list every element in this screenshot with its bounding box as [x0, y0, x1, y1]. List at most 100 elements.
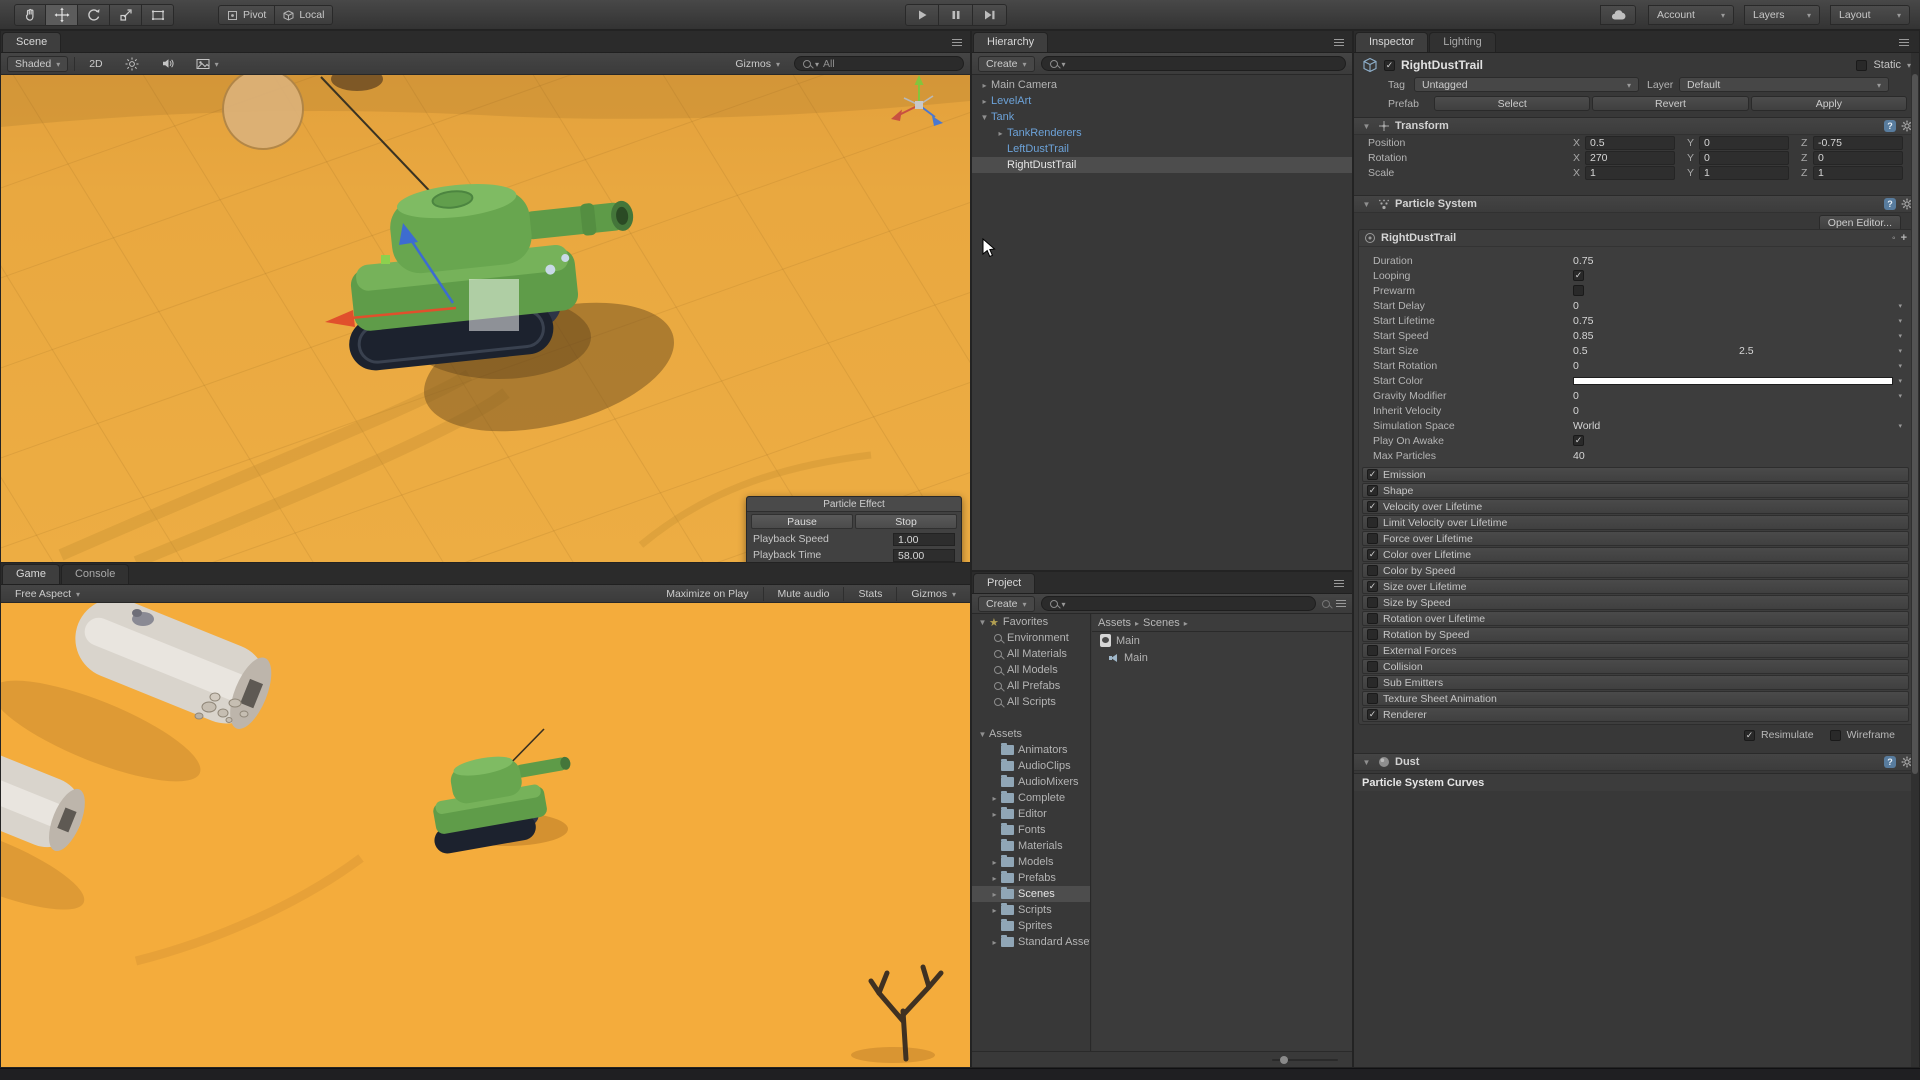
favorite-all-materials[interactable]: All Materials — [972, 646, 1090, 662]
pause-button[interactable] — [939, 4, 973, 26]
tab-project[interactable]: Project — [973, 573, 1035, 593]
scene-audio-toggle[interactable] — [153, 56, 182, 72]
foldout-icon[interactable]: ▼ — [978, 113, 991, 122]
inherit-velocity-field[interactable]: 0 — [1573, 405, 1739, 417]
module-emission[interactable]: ✓Emission — [1362, 467, 1909, 482]
tab-hierarchy[interactable]: Hierarchy — [973, 32, 1048, 52]
local-toggle-button[interactable]: Local — [275, 5, 333, 25]
module-rotation-over-lifetime[interactable]: Rotation over Lifetime — [1362, 611, 1909, 626]
scene-lighting-toggle[interactable] — [117, 56, 147, 72]
favorite-all-scripts[interactable]: All Scripts — [972, 694, 1090, 710]
favorite-all-models[interactable]: All Models — [972, 662, 1090, 678]
panel-menu-icon[interactable] — [1334, 580, 1344, 587]
tab-inspector[interactable]: Inspector — [1355, 32, 1428, 52]
panel-menu-icon[interactable] — [1334, 39, 1344, 46]
module-checkbox[interactable] — [1367, 613, 1378, 624]
tab-game[interactable]: Game — [2, 564, 60, 584]
folder-editor[interactable]: ▸Editor — [972, 806, 1090, 822]
breadcrumb-assets[interactable]: Assets — [1098, 617, 1131, 629]
mute-audio-toggle[interactable]: Mute audio — [770, 587, 838, 601]
foldout-icon[interactable]: ▸ — [988, 874, 1001, 883]
prewarm-checkbox[interactable] — [1573, 285, 1584, 296]
asset-main-scene[interactable]: Main — [1092, 632, 1352, 649]
foldout-icon[interactable]: ▼ — [1360, 758, 1373, 767]
start-rotation-field[interactable]: 0 — [1573, 360, 1739, 372]
scale-z-field[interactable]: 1 — [1813, 166, 1903, 180]
help-icon[interactable] — [1884, 120, 1896, 132]
module-checkbox[interactable] — [1367, 693, 1378, 704]
play-on-awake-checkbox[interactable]: ✓ — [1573, 435, 1584, 446]
game-gizmos-dropdown[interactable]: Gizmos — [903, 587, 964, 601]
module-checkbox[interactable] — [1367, 645, 1378, 656]
module-checkbox[interactable]: ✓ — [1367, 469, 1378, 480]
hierarchy-item-rightdusttrail[interactable]: RightDustTrail — [972, 157, 1352, 173]
foldout-icon[interactable]: ▼ — [976, 730, 989, 739]
tab-console[interactable]: Console — [61, 564, 129, 584]
play-button[interactable] — [905, 4, 939, 26]
module-checkbox[interactable]: ✓ — [1367, 709, 1378, 720]
prefab-select-button[interactable]: Select — [1434, 96, 1590, 111]
foldout-icon[interactable]: ▸ — [994, 129, 1007, 138]
breadcrumb-scenes[interactable]: Scenes — [1143, 617, 1180, 629]
scale-x-field[interactable]: 1 — [1585, 166, 1675, 180]
project-create-dropdown[interactable]: Create — [978, 596, 1035, 612]
start-size-min-field[interactable]: 0.5 — [1573, 345, 1739, 357]
folder-scenes[interactable]: ▸Scenes — [972, 886, 1090, 902]
module-collision[interactable]: Collision — [1362, 659, 1909, 674]
slider-thumb[interactable] — [1280, 1056, 1288, 1064]
transform-header[interactable]: ▼ Transform — [1354, 117, 1919, 135]
column-view-icon[interactable] — [1336, 600, 1346, 607]
rotate-tool-button[interactable] — [78, 4, 110, 26]
material-header[interactable]: ▼ Dust — [1354, 753, 1919, 771]
position-z-field[interactable]: -0.75 — [1813, 136, 1903, 150]
start-delay-field[interactable]: 0 — [1573, 300, 1739, 312]
rotation-x-field[interactable]: 270 — [1585, 151, 1675, 165]
layers-dropdown[interactable]: Layers — [1744, 5, 1820, 25]
info-icon[interactable] — [1892, 232, 1896, 244]
static-checkbox[interactable] — [1856, 60, 1867, 71]
module-rotation-by-speed[interactable]: Rotation by Speed — [1362, 627, 1909, 642]
layer-dropdown[interactable]: Default — [1679, 77, 1889, 92]
folder-standard-assets[interactable]: ▸Standard Assets — [972, 934, 1090, 950]
folder-models[interactable]: ▸Models — [972, 854, 1090, 870]
module-checkbox[interactable]: ✓ — [1367, 549, 1378, 560]
collab-cloud-button[interactable] — [1600, 5, 1636, 25]
module-checkbox[interactable] — [1367, 677, 1378, 688]
foldout-icon[interactable]: ▸ — [988, 858, 1001, 867]
hierarchy-item-tank[interactable]: ▼ Tank — [972, 109, 1352, 125]
particle-system-header[interactable]: ▼ Particle System — [1354, 195, 1919, 213]
gravity-modifier-field[interactable]: 0 — [1573, 390, 1739, 402]
foldout-icon[interactable]: ▼ — [1360, 122, 1373, 131]
hand-tool-button[interactable] — [14, 4, 46, 26]
module-checkbox[interactable] — [1367, 629, 1378, 640]
module-external-forces[interactable]: External Forces — [1362, 643, 1909, 658]
wireframe-checkbox[interactable] — [1830, 730, 1841, 741]
step-button[interactable] — [973, 4, 1007, 26]
module-renderer[interactable]: ✓Renderer — [1362, 707, 1909, 722]
module-checkbox[interactable] — [1367, 661, 1378, 672]
max-particles-field[interactable]: 40 — [1573, 450, 1739, 462]
project-search-input[interactable] — [1041, 596, 1316, 611]
module-texture-sheet-animation[interactable]: Texture Sheet Animation — [1362, 691, 1909, 706]
start-lifetime-field[interactable]: 0.75 — [1573, 315, 1739, 327]
position-y-field[interactable]: 0 — [1699, 136, 1789, 150]
game-viewport[interactable] — [1, 603, 970, 1067]
module-shape[interactable]: ✓Shape — [1362, 483, 1909, 498]
gizmos-dropdown[interactable]: Gizmos — [727, 56, 788, 72]
tab-lighting[interactable]: Lighting — [1429, 32, 1496, 52]
thumbnail-size-slider[interactable] — [1272, 1059, 1338, 1061]
inspector-scrollbar[interactable] — [1911, 53, 1919, 1067]
asset-main-audio[interactable]: Main — [1092, 649, 1352, 666]
rotation-z-field[interactable]: 0 — [1813, 151, 1903, 165]
hierarchy-item-leftdusttrail[interactable]: LeftDustTrail — [972, 141, 1352, 157]
scene-search-input[interactable]: All — [794, 56, 964, 71]
scrollbar-thumb[interactable] — [1912, 74, 1918, 774]
module-checkbox[interactable]: ✓ — [1367, 581, 1378, 592]
module-color-by-speed[interactable]: Color by Speed — [1362, 563, 1909, 578]
module-force-over-lifetime[interactable]: Force over Lifetime — [1362, 531, 1909, 546]
folder-fonts[interactable]: Fonts — [972, 822, 1090, 838]
module-checkbox[interactable] — [1367, 533, 1378, 544]
playback-time-field[interactable]: 58.00 — [893, 549, 955, 562]
plus-icon[interactable] — [1901, 232, 1907, 244]
folder-audioclips[interactable]: AudioClips — [972, 758, 1090, 774]
